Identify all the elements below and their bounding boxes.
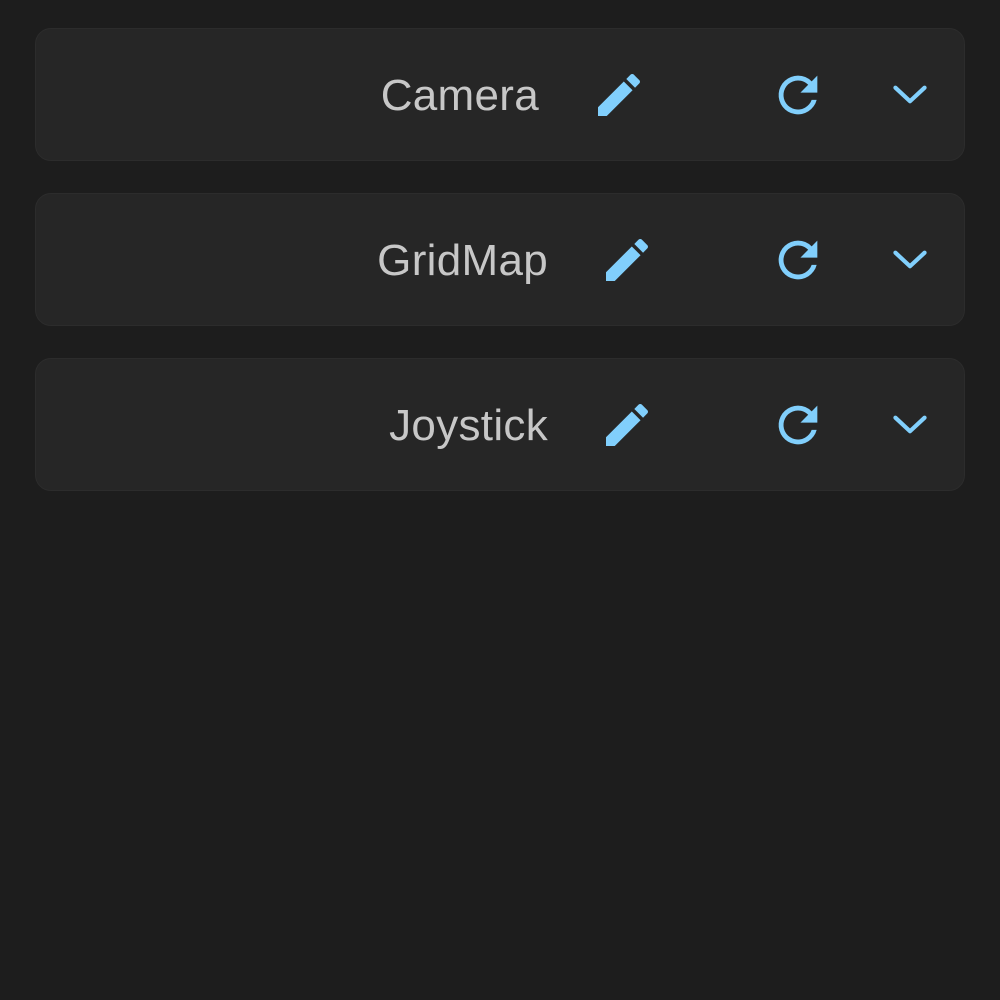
expand-button[interactable]	[880, 230, 940, 290]
edit-button[interactable]	[589, 65, 649, 125]
panel-header[interactable]: Joystick	[36, 359, 964, 492]
refresh-icon	[778, 405, 818, 445]
refresh-icon	[778, 75, 818, 115]
reset-button[interactable]	[768, 65, 828, 125]
reset-button[interactable]	[768, 230, 828, 290]
chevron-down-icon	[893, 85, 927, 104]
reset-button[interactable]	[768, 395, 828, 455]
chevron-down-icon	[893, 250, 927, 269]
panel-header[interactable]: GridMap	[36, 194, 964, 327]
chevron-down-icon	[893, 415, 927, 434]
panel-header[interactable]: Camera	[36, 29, 964, 162]
panel-joystick: Joystick	[35, 358, 965, 491]
expand-button[interactable]	[880, 65, 940, 125]
edit-button[interactable]	[597, 395, 657, 455]
pencil-icon	[606, 403, 649, 446]
panel-list: Camera GridMap Joystick	[35, 28, 965, 491]
edit-button[interactable]	[597, 230, 657, 290]
panel-title: GridMap	[377, 236, 548, 285]
panel-title: Camera	[380, 71, 539, 120]
panel-title: Joystick	[389, 401, 548, 450]
expand-button[interactable]	[880, 395, 940, 455]
panel-gridmap: GridMap	[35, 193, 965, 326]
refresh-icon	[778, 240, 818, 280]
pencil-icon	[606, 238, 649, 281]
panel-camera: Camera	[35, 28, 965, 161]
pencil-icon	[598, 73, 641, 116]
